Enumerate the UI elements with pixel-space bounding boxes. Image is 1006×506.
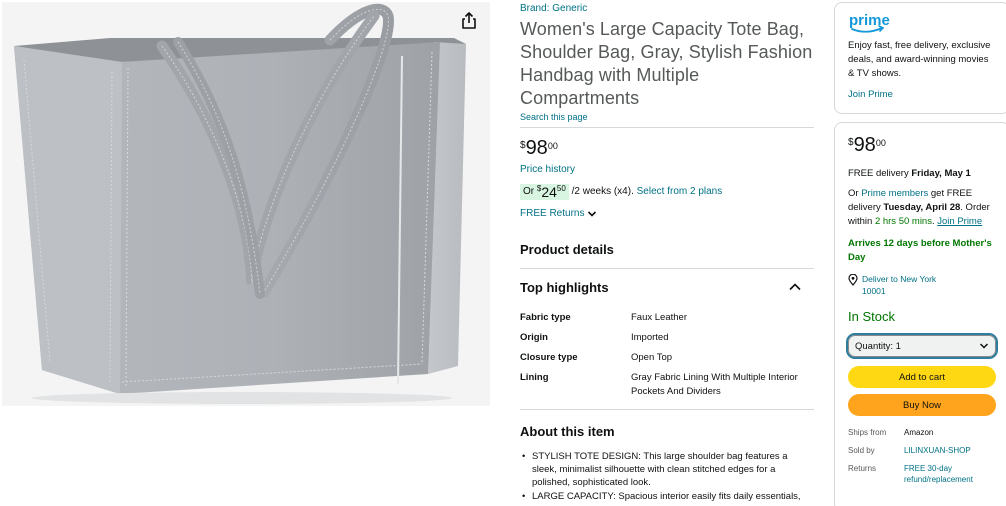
- product-title: Women's Large Capacity Tote Bag, Shoulde…: [520, 19, 813, 108]
- brand-link[interactable]: Brand: Generic: [520, 3, 814, 15]
- price: $ 98 00: [520, 138, 814, 160]
- members-delivery-date: Tuesday, April 28: [883, 202, 961, 213]
- installment-terms: /2 weeks (x4).: [568, 186, 637, 197]
- price-whole: 98: [853, 134, 876, 156]
- prime-members-link[interactable]: Prime members: [861, 188, 928, 199]
- installment-prefix: Or: [523, 186, 537, 197]
- price-history-link[interactable]: Price history: [520, 164, 814, 176]
- top-highlights-heading: Top highlights: [520, 279, 609, 295]
- installment-badge: Or $ 24 50: [520, 184, 569, 200]
- ships-from-label: Ships from: [848, 428, 887, 437]
- divider: [520, 409, 814, 410]
- search-this-page-link[interactable]: Search this page: [520, 112, 814, 123]
- buy-box: $ 98 00 FREE delivery Friday, May 1 Or P…: [834, 122, 1006, 506]
- prime-description: Enjoy fast, free delivery, exclusive dea…: [848, 40, 991, 79]
- prime-members-delivery: Or Prime members get FREE delivery Tuesd…: [848, 187, 996, 229]
- about-bullets: STYLISH TOTE DESIGN: This large shoulder…: [520, 450, 814, 503]
- spec-value: Imported: [631, 332, 669, 343]
- free-returns-link[interactable]: FREE Returns: [520, 208, 814, 220]
- add-to-cart-button[interactable]: Add to cart: [848, 366, 996, 388]
- spec-value: Gray Fabric Lining With Multiple Interio…: [631, 372, 798, 397]
- delivery-date: Friday, May 1: [911, 168, 971, 179]
- price-fraction: 00: [875, 138, 886, 148]
- product-image-area: [0, 0, 492, 410]
- buy-now-button[interactable]: Buy Now: [848, 394, 996, 416]
- product-info: Brand: Generic Women's Large Capacity To…: [520, 0, 814, 504]
- seller-info: Ships from Amazon Sold by LILINXUAN-SHOP…: [848, 427, 996, 485]
- returns-policy-link[interactable]: FREE 30-day refund/replacement: [904, 463, 994, 485]
- sold-by-label: Sold by: [848, 446, 875, 455]
- list-item: STYLISH TOTE DESIGN: This large shoulder…: [520, 450, 814, 489]
- order-countdown: 2 hrs 50 mins: [874, 216, 932, 227]
- quantity-select[interactable]: Quantity: 1: [846, 333, 998, 359]
- spec-key: Fabric type: [520, 312, 571, 323]
- spec-table: Fabric type Faux Leather Origin Imported…: [520, 311, 814, 399]
- about-this-item-heading: About this item: [520, 424, 615, 439]
- installment-fraction: 50: [556, 184, 566, 193]
- chevron-up-icon: [789, 283, 801, 291]
- product-image[interactable]: [2, 2, 490, 406]
- select-plans-link[interactable]: Select from 2 plans: [637, 185, 723, 199]
- location-pin-icon: [848, 274, 858, 286]
- free-returns-label: FREE Returns: [520, 208, 585, 219]
- share-button[interactable]: [458, 10, 480, 32]
- prime-card: prime Enjoy fast, free delivery, exclusi…: [834, 2, 1006, 114]
- price-fraction: 00: [547, 141, 558, 151]
- spec-key: Origin: [520, 332, 548, 343]
- spec-value: Open Top: [631, 352, 673, 363]
- stock-status: In Stock: [848, 309, 895, 324]
- prime-logo-text: prime: [849, 12, 890, 29]
- list-item: LARGE CAPACITY: Spacious interior easily…: [520, 490, 814, 503]
- chevron-down-icon: [979, 343, 989, 349]
- top-highlights-toggle[interactable]: Top highlights: [520, 279, 814, 295]
- join-prime-link[interactable]: Join Prime: [848, 89, 996, 100]
- join-prime-link[interactable]: Join Prime: [937, 216, 982, 227]
- spec-value: Faux Leather: [631, 312, 687, 323]
- quantity-value: Quantity: 1: [855, 340, 901, 352]
- installment-offer: Or $ 24 50 /2 weeks (x4). Select from 2 …: [520, 184, 814, 200]
- product-details-heading: Product details: [520, 242, 614, 257]
- delivery-info: FREE delivery Friday, May 1: [848, 167, 996, 181]
- seller-link[interactable]: LILINXUAN-SHOP: [904, 445, 994, 456]
- ships-from-value: Amazon: [904, 428, 934, 437]
- spec-key: Lining: [520, 372, 549, 383]
- prime-logo: prime: [849, 12, 890, 33]
- divider: [520, 127, 814, 128]
- buy-box-price: $ 98 00: [848, 135, 996, 157]
- spec-key: Closure type: [520, 352, 578, 363]
- chevron-down-icon: [588, 211, 597, 217]
- price-whole: 98: [525, 137, 548, 159]
- members-prefix: Or: [848, 188, 862, 199]
- returns-label: Returns: [848, 464, 877, 473]
- share-icon: [462, 12, 476, 29]
- deliver-to-link[interactable]: Deliver to New York 10001: [848, 273, 996, 297]
- installment-whole: 24: [541, 184, 557, 200]
- arrives-before-mothers-day: Arrives 12 days before Mother's Day: [848, 238, 992, 263]
- divider: [520, 268, 814, 269]
- delivery-prefix: FREE delivery: [848, 168, 912, 179]
- deliver-to-label: Deliver to New York 10001: [862, 274, 937, 296]
